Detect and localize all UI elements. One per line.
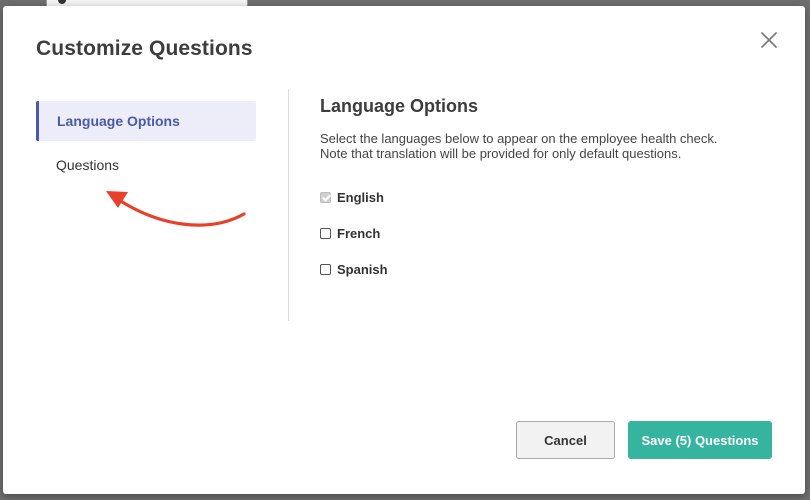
sidebar-item-label: Language Options	[57, 113, 180, 129]
language-checkbox-list: English French Spanish	[320, 187, 780, 279]
language-option-spanish: Spanish	[320, 259, 780, 279]
customize-questions-modal: Customize Questions Language Options Que…	[3, 6, 805, 494]
sidebar-item-questions[interactable]: Questions	[36, 145, 256, 185]
french-checkbox[interactable]	[320, 227, 331, 239]
vertical-divider	[288, 89, 289, 321]
sidebar-item-language-options[interactable]: Language Options	[36, 101, 256, 141]
cancel-button[interactable]: Cancel	[516, 421, 615, 459]
spanish-checkbox[interactable]	[320, 263, 331, 275]
english-checkbox[interactable]	[320, 191, 331, 203]
language-option-english: English	[320, 187, 780, 207]
save-questions-button[interactable]: Save (5) Questions	[628, 421, 772, 459]
panel-title: Language Options	[320, 96, 479, 116]
language-options-panel: Language Options Select the languages be…	[320, 96, 780, 295]
close-x-icon	[761, 32, 777, 48]
french-label: French	[337, 225, 381, 241]
description-line-1: Select the languages below to appear on …	[320, 131, 718, 146]
sidebar-nav: Language Options Questions	[36, 101, 256, 185]
description-line-2: Note that translation will be provided f…	[320, 146, 682, 161]
english-label: English	[337, 189, 384, 205]
red-arrow-annotation	[106, 191, 246, 227]
close-button[interactable]	[757, 28, 781, 52]
sidebar-item-label: Questions	[56, 157, 120, 173]
modal-title: Customize Questions	[36, 37, 253, 60]
panel-description: Select the languages below to appear on …	[320, 131, 780, 161]
spanish-label: Spanish	[337, 261, 388, 277]
language-option-french: French	[320, 223, 780, 243]
